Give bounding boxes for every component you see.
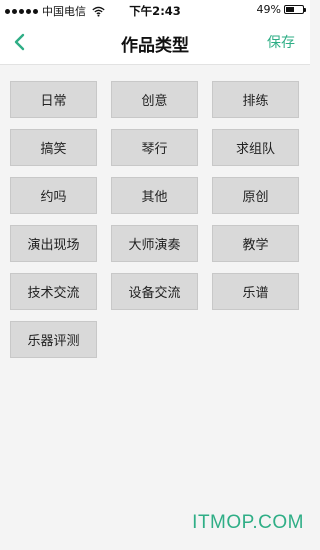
- screen: 中国电信 下午2:43 49% 作品类型 保存 日常 创意 排练搞笑 琴行 求组队约吗其…: [0, 0, 310, 550]
- category-tag[interactable]: 琴行: [111, 129, 198, 166]
- battery-fill: [286, 7, 294, 12]
- category-tag[interactable]: 乐谱: [212, 273, 299, 310]
- category-tag[interactable]: 求组队: [212, 129, 299, 166]
- battery-icon: [284, 5, 306, 14]
- chevron-left-icon[interactable]: [8, 30, 32, 54]
- category-tag[interactable]: 乐器评测: [10, 321, 97, 358]
- category-tag[interactable]: 创意: [111, 81, 198, 118]
- category-tag[interactable]: 其他: [111, 177, 198, 214]
- category-tag[interactable]: 约吗: [10, 177, 97, 214]
- status-bar: 中国电信 下午2:43 49%: [0, 0, 310, 20]
- category-tag[interactable]: 教学: [212, 225, 299, 262]
- category-tag[interactable]: 设备交流: [111, 273, 198, 310]
- nav-bar: 作品类型 保存: [0, 20, 310, 65]
- category-tag[interactable]: 演出现场: [10, 225, 97, 262]
- category-tag[interactable]: 日常: [10, 81, 97, 118]
- category-tag[interactable]: 排练: [212, 81, 299, 118]
- category-grid: 日常 创意 排练搞笑 琴行 求组队约吗 其他 原创演出现场 大师演奏 教学技术交流 设备交流 乐谱乐…: [10, 81, 300, 358]
- category-tag[interactable]: 原创: [212, 177, 299, 214]
- save-button[interactable]: 保存: [267, 32, 295, 52]
- status-right: 49%: [256, 3, 306, 16]
- page-title: 作品类型: [121, 36, 189, 56]
- category-tag[interactable]: 搞笑: [10, 129, 97, 166]
- category-tag[interactable]: 大师演奏: [111, 225, 198, 262]
- category-tag[interactable]: 技术交流: [10, 273, 97, 310]
- watermark: ITMOP.COM: [192, 512, 304, 533]
- battery-percent: 49%: [256, 3, 281, 16]
